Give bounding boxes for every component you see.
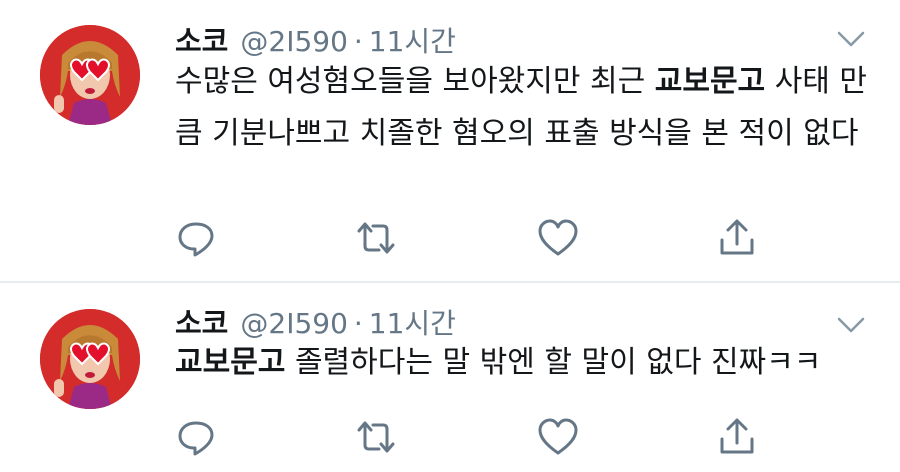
chevron-down-icon[interactable] [836,316,866,334]
timestamp[interactable]: 11시간 [369,20,456,60]
separator: · [353,307,363,340]
tweet-text: 교보문고 졸렬하다는 말 밖엔 할 말이 없다 진짜ㅋㅋ [175,337,875,389]
user-handle[interactable]: @2I590 [240,307,348,340]
chevron-down-icon[interactable] [836,30,866,48]
share-icon[interactable] [716,218,758,258]
reply-icon[interactable] [175,218,217,258]
display-name[interactable]: 소코 [175,300,228,342]
avatar[interactable] [40,25,140,125]
user-handle[interactable]: @2I590 [240,25,348,58]
tweet-header: 소코 @2I590 · 11시간 [175,18,456,58]
display-name[interactable]: 소코 [175,18,228,60]
tweet-text: 수많은 여성혐오들을 보아왔지만 최근 교보문고 사태 만큼 기분나쁘고 치졸한… [175,56,875,160]
like-icon[interactable] [537,417,579,457]
retweet-icon[interactable] [355,218,397,258]
separator: · [353,25,363,58]
reply-icon[interactable] [175,417,217,457]
share-icon[interactable] [716,417,758,457]
tweet-text-end: 졸렬하다는 말 밖엔 할 말이 없다 진짜ㅋㅋ [285,345,822,380]
timestamp[interactable]: 11시간 [369,302,456,342]
avatar[interactable] [40,309,140,409]
like-icon[interactable] [537,218,579,258]
tweet-actions [0,417,900,457]
hashtag-bold: 교보문고 [175,345,286,380]
tweet-header: 소코 @2I590 · 11시간 [175,300,456,340]
tweet-text-start: 수많은 여성혐오들을 보아왔지만 최근 [175,64,655,99]
hashtag-bold: 교보문고 [654,64,766,99]
retweet-icon[interactable] [355,417,397,457]
tweet-actions [0,218,900,258]
tweet[interactable]: 소코 @2I590 · 11시간 교보문고 졸렬하다는 말 밖엔 할 말이 없다… [0,283,900,472]
tweet[interactable]: 소코 @2I590 · 11시간 수많은 여성혐오들을 보아왔지만 최근 교보문… [0,0,900,282]
